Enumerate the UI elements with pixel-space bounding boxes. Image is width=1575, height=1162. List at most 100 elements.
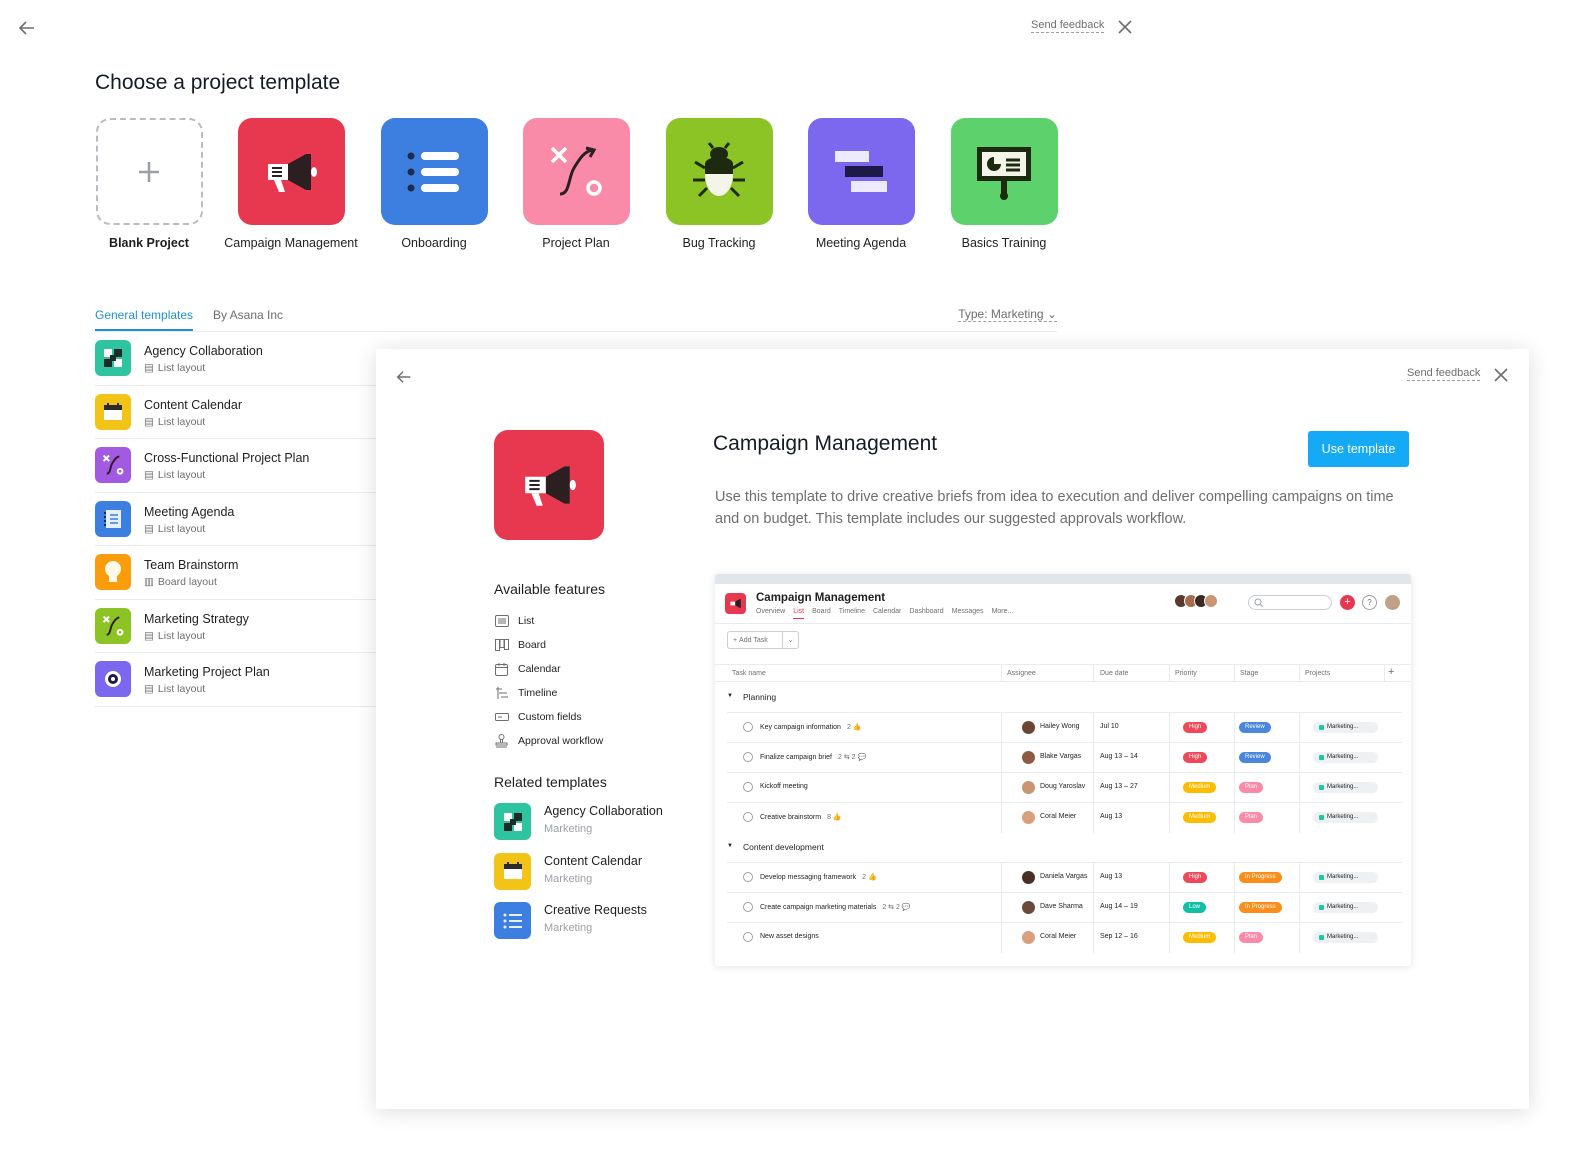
template-name: Marketing Project Plan — [144, 665, 270, 679]
template-name: Marketing Strategy — [144, 611, 249, 626]
stage-badge: Review — [1239, 722, 1271, 733]
list-icon — [407, 151, 459, 192]
member-avatars — [1174, 594, 1218, 608]
avatar — [1022, 871, 1035, 884]
features-heading: Available features — [494, 581, 606, 597]
task-meta: 8 👍 — [827, 814, 842, 821]
presentation-icon — [977, 146, 1031, 200]
assignee: Blake Vargas — [1040, 753, 1082, 760]
tile-meeting-agenda[interactable]: Meeting Agenda — [807, 118, 915, 250]
related-category: Marketing — [544, 872, 593, 885]
project-badge: Marketing... — [1313, 782, 1378, 793]
stage-badge: Plan — [1239, 932, 1264, 943]
task-name: Key campaign information — [760, 724, 841, 731]
type-filter-label: Type: Marketing — [958, 307, 1044, 321]
send-feedback-link[interactable]: Send feedback — [1407, 367, 1481, 381]
feature-item: Custom fields — [494, 705, 603, 729]
due-date: Aug 13 – 27 — [1100, 783, 1138, 790]
template-description: Use this template to drive creative brie… — [715, 489, 1394, 527]
list-item[interactable]: Content Calendar ▤ List layout — [95, 386, 380, 439]
template-name: Content Calendar — [144, 397, 242, 412]
table-row: Finalize campaign brief 2 ⇆ 2 💬 Blake Varg… — [727, 742, 1402, 773]
preview-window-bar — [715, 574, 1411, 584]
table-row: New asset designs Coral Meier Sep 12 – 16 M… — [727, 922, 1402, 953]
priority-badge: High — [1183, 752, 1208, 763]
megaphone-icon — [725, 593, 746, 614]
template-preview-modal: Send feedback Campaign Management Use te… — [376, 349, 1529, 1109]
task-name: Develop messaging framework — [760, 874, 857, 881]
column-header: Projects — [1305, 670, 1331, 677]
list-item[interactable]: Agency Collaboration ▤ List layout — [95, 332, 380, 386]
back-arrow-icon[interactable] — [17, 18, 37, 38]
feature-label: List — [518, 615, 535, 627]
priority-badge: High — [1183, 722, 1208, 733]
tile-project-plan[interactable]: Project Plan — [522, 118, 630, 250]
preview-project-title: Campaign Management — [756, 592, 886, 604]
avatar — [1022, 811, 1035, 824]
calendar-icon — [494, 662, 509, 676]
tile-campaign-management[interactable]: Campaign Management — [224, 118, 358, 250]
preview-tab: List — [793, 608, 805, 619]
notebook-icon — [95, 500, 131, 537]
check-circle-icon — [743, 902, 753, 912]
feature-label: Calendar — [518, 663, 561, 675]
priority-badge: Medium — [1183, 782, 1217, 793]
tab-general-templates[interactable]: General templates — [95, 308, 194, 331]
close-icon[interactable] — [1493, 367, 1509, 383]
use-template-button[interactable]: Use template — [1308, 431, 1409, 467]
megaphone-icon — [525, 466, 576, 506]
table-row: Kickoff meeting Doug Yaroslav Aug 13 – 27 M… — [727, 772, 1402, 803]
preview-tabs: Overview List Board Timeline Calendar Da… — [756, 608, 1013, 619]
list-layout-icon: ▤ — [144, 469, 154, 481]
assignee: Coral Meier — [1040, 933, 1077, 940]
preview-section: ▼ Planning — [715, 682, 1411, 712]
path-icon — [95, 447, 131, 483]
project-badge: Marketing... — [1313, 932, 1378, 943]
avatar — [1022, 751, 1035, 764]
timeline-icon — [494, 687, 509, 700]
list-layout-icon: ▤ — [144, 415, 154, 428]
caret-down-icon: ▼ — [727, 693, 733, 699]
chevron-down-icon: ⌄ — [787, 637, 794, 644]
tile-basics-training[interactable]: Basics Training — [950, 118, 1058, 250]
list-item[interactable]: Marketing Project Plan ▤ List layout — [95, 653, 380, 707]
check-circle-icon — [743, 752, 753, 762]
related-name: Content Calendar — [544, 853, 642, 868]
task-name: Creative brainstorm — [760, 814, 822, 821]
add-task-label: Add Task — [739, 636, 768, 644]
tile-bug-tracking[interactable]: Bug Tracking — [665, 118, 773, 250]
tab-by-asana[interactable]: By Asana Inc — [213, 308, 283, 329]
tile-blank-project[interactable]: Blank Project — [95, 118, 203, 250]
check-circle-icon — [743, 782, 753, 792]
template-name: Agency Collaboration — [144, 344, 263, 358]
type-filter-dropdown[interactable]: Type: Marketing ⌄ — [958, 307, 1057, 322]
preview-tab: Dashboard — [909, 608, 944, 615]
modal-title: Campaign Management — [713, 432, 938, 455]
close-icon[interactable] — [1117, 19, 1133, 35]
task-meta: 2 ⇆ 2 💬 — [882, 904, 911, 911]
template-name: Meeting Agenda — [144, 504, 235, 519]
tile-onboarding[interactable]: Onboarding — [380, 118, 488, 250]
timeline-icon — [835, 150, 887, 192]
send-feedback-link[interactable]: Send feedback — [1031, 19, 1105, 33]
puzzle-icon — [95, 340, 131, 376]
due-date: Sep 12 – 16 — [1100, 933, 1138, 940]
list-icon — [494, 615, 509, 628]
template-tabs: General templates By Asana Inc Type: Mar… — [95, 306, 1057, 332]
stamp-icon — [494, 734, 509, 748]
section-name: Content development — [743, 842, 824, 852]
list-item[interactable]: Marketing Strategy ▤ List layout — [95, 600, 380, 653]
preview-add-task: + Add Task ⌄ — [727, 631, 799, 649]
list-item[interactable]: Team Brainstorm ▥ Board layout — [95, 546, 380, 600]
back-arrow-icon[interactable] — [395, 368, 413, 386]
add-icon: + — [1340, 595, 1355, 610]
related-heading: Related templates — [494, 774, 607, 790]
list-item[interactable]: Meeting Agenda ▤ List layout — [95, 493, 380, 546]
column-header: Stage — [1240, 670, 1259, 677]
priority-badge: Medium — [1183, 932, 1217, 943]
list-item[interactable]: Cross-Functional Project Plan ▤ List layo… — [95, 439, 380, 493]
template-layout: List layout — [157, 683, 206, 695]
column-header: Assignee — [1007, 670, 1036, 677]
table-row: Develop messaging framework 2 👍 Daniela Va… — [727, 862, 1402, 893]
table-row: Key campaign information 2 👍 Hailey Wong Ju… — [727, 712, 1402, 743]
